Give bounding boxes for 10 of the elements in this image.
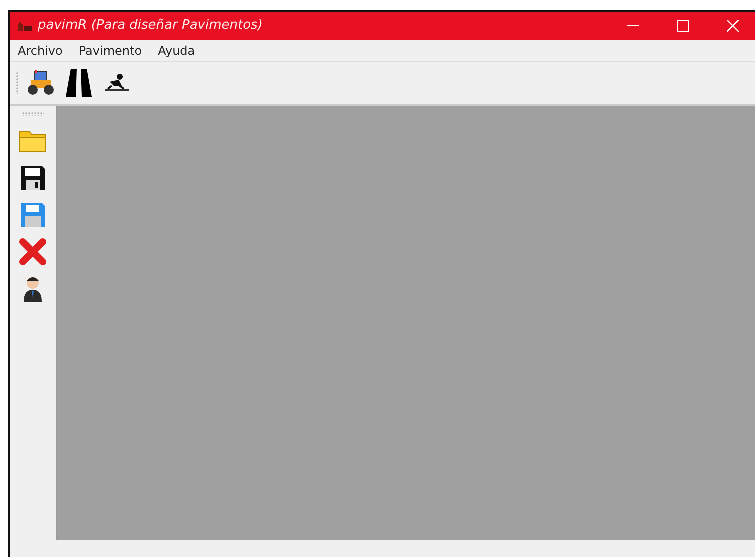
road-icon[interactable] (63, 67, 95, 99)
menu-item[interactable]: Ayuda (150, 40, 204, 60)
maximize-icon[interactable] (677, 20, 689, 32)
close-icon[interactable] (17, 236, 49, 268)
menu-item[interactable]: Archivo (10, 40, 71, 60)
minimize-icon[interactable] (627, 25, 639, 27)
app-icon (18, 22, 32, 30)
window-title: pavimR (Para diseñar Pavimentos) (38, 17, 263, 36)
menu-item[interactable]: Pavimento (70, 40, 150, 60)
close-icon[interactable] (727, 20, 739, 32)
